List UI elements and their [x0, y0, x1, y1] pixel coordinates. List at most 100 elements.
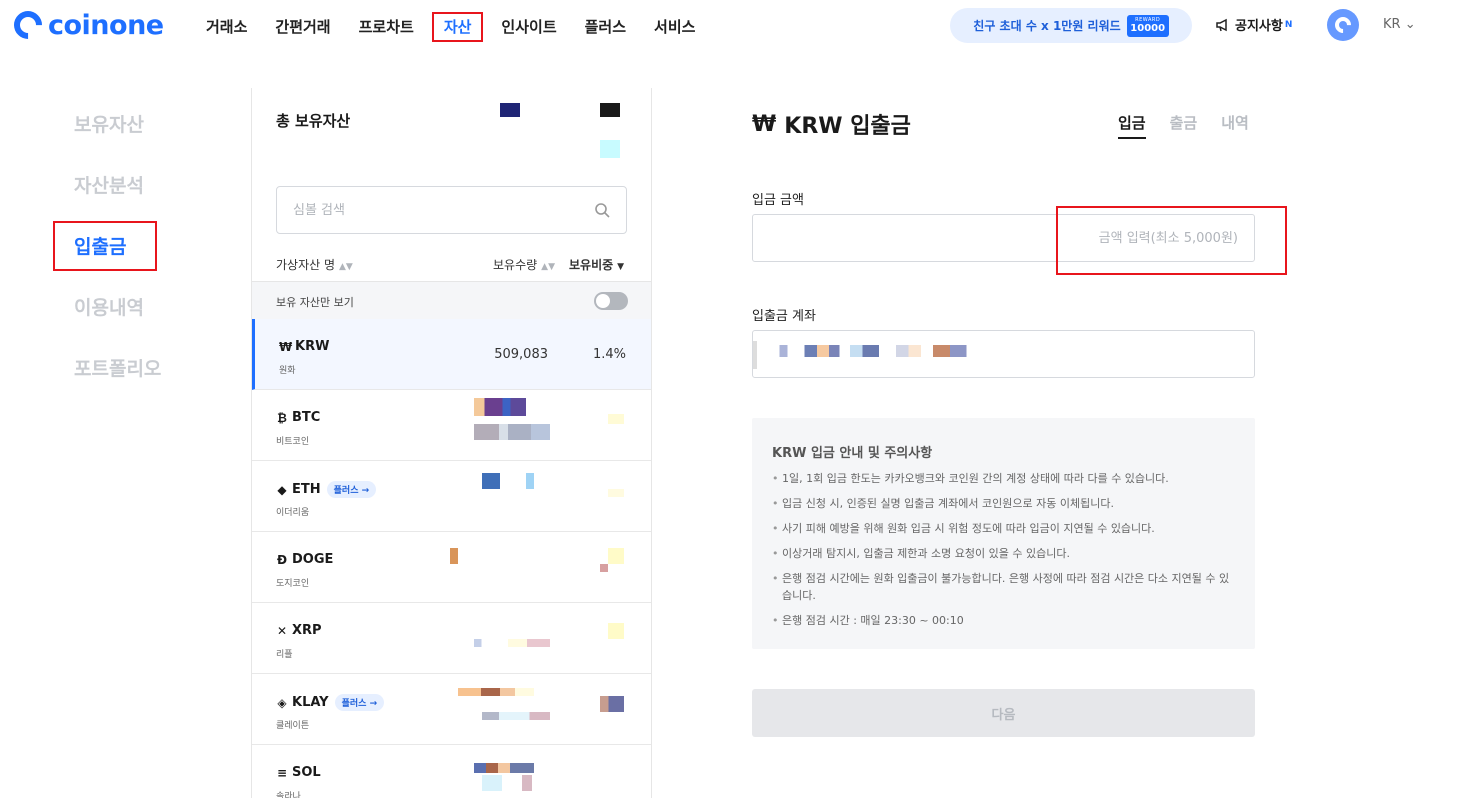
sidebar-item-portfolio[interactable]: 포트폴리오	[74, 354, 161, 381]
asset-row-krw[interactable]: ₩ KRW 원화 509,083 1.4%	[252, 319, 651, 390]
sidebar-item-holdings[interactable]: 보유자산	[74, 110, 144, 137]
asset-symbol-text: SOL	[292, 765, 321, 780]
sort-icon: ▲▼	[541, 262, 556, 272]
col-header-ratio[interactable]: 보유비중 ▼	[569, 256, 624, 273]
masked-value	[458, 688, 534, 696]
nav-insight[interactable]: 인사이트	[487, 12, 570, 42]
asset-symbol-text: KRW	[295, 339, 330, 354]
asset-row-doge[interactable]: Ð DOGE 도지코인	[252, 532, 651, 603]
nav-service[interactable]: 서비스	[640, 12, 709, 42]
logo-mark-icon	[8, 5, 48, 45]
sort-desc-icon: ▼	[617, 262, 625, 272]
page: coinone 거래소 간편거래 프로차트 자산 인사이트 플러스 서비스 친구…	[0, 0, 1482, 798]
asset-name: 비트코인	[276, 437, 310, 447]
megaphone-icon	[1216, 18, 1227, 31]
referral-text: 친구 초대 수 x 1만원 리워드	[973, 19, 1121, 33]
masked-value	[474, 424, 550, 440]
tab-deposit[interactable]: 입금	[1118, 112, 1146, 139]
sidebar-item-analysis[interactable]: 자산분석	[74, 171, 144, 198]
deposit-title: ₩ KRW 입출금	[752, 108, 911, 140]
account-field-bar	[753, 341, 757, 369]
asset-symbol-text: XRP	[292, 623, 322, 638]
account-label: 입출금 계좌	[752, 309, 816, 324]
reward-badge: REWARD 10000	[1126, 14, 1169, 37]
won-icon: ₩	[279, 339, 293, 354]
nav-plus[interactable]: 플러스	[571, 12, 640, 42]
notice-item: 1일, 1회 입금 한도는 카카오뱅크와 코인원 간의 계정 상태에 따라 다를…	[772, 470, 1232, 487]
avatar[interactable]	[1327, 9, 1359, 41]
asset-panel: 총 보유자산 가상자산 명▲▼ 보유수량▲▼ 보유비중▼ 보유 자산만 보기 ₩…	[251, 88, 652, 798]
masked-value	[600, 140, 620, 158]
tab-withdraw[interactable]: 출금	[1170, 112, 1198, 139]
plus-badge[interactable]: 플러스 →	[326, 481, 377, 498]
symbol-search[interactable]	[276, 186, 627, 234]
asset-row-sol[interactable]: ≡ SOL 솔라나	[252, 745, 651, 798]
masked-value	[500, 103, 520, 117]
holdings-only-switch[interactable]	[594, 292, 628, 310]
asset-symbol-text: DOGE	[292, 552, 334, 567]
asset-symbol: ◆ ETH 플러스 →	[276, 481, 377, 498]
holdings-only-toggle-row: 보유 자산만 보기	[252, 281, 651, 319]
tab-history[interactable]: 내역	[1221, 112, 1249, 139]
plus-badge[interactable]: 플러스 →	[334, 694, 385, 711]
notice-item: 은행 점검 시간에는 원화 입출금이 불가능합니다. 은행 사정에 따라 점검 …	[772, 570, 1232, 604]
asset-name: 클레이튼	[276, 721, 310, 731]
nav-simple-trade[interactable]: 간편거래	[261, 12, 344, 42]
masked-value	[608, 489, 624, 497]
masked-value	[474, 639, 550, 647]
language-selector[interactable]: KR ⌄	[1383, 17, 1416, 32]
chevron-down-icon: ⌄	[1404, 17, 1416, 32]
next-button[interactable]: 다음	[752, 689, 1255, 737]
language-label: KR	[1383, 17, 1401, 32]
total-assets-label: 총 보유자산	[276, 112, 351, 130]
notice-item: 사기 피해 예방을 위해 원화 입금 시 위험 정도에 따라 입금이 지연될 수…	[772, 520, 1232, 537]
asset-symbol: ₩ KRW	[279, 339, 329, 354]
notice-item: 이상거래 탐지시, 입출금 제한과 소명 요청이 있을 수 있습니다.	[772, 545, 1232, 562]
asset-row-btc[interactable]: ₿ BTC 비트코인	[252, 390, 651, 461]
masked-value	[600, 696, 624, 712]
amount-label: 입금 금액	[752, 193, 804, 208]
solana-icon: ≡	[276, 765, 288, 780]
ethereum-icon: ◆	[277, 482, 287, 497]
asset-row-xrp[interactable]: ✕ XRP 리플	[252, 603, 651, 674]
masked-value	[482, 473, 500, 489]
deposit-notice-box: KRW 입금 안내 및 주의사항 1일, 1회 입금 한도는 카카오뱅크와 코인…	[752, 418, 1255, 649]
deposit-tabs: 입금 출금 내역	[1118, 112, 1273, 139]
main-nav: 거래소 간편거래 프로차트 자산 인사이트 플러스 서비스	[192, 12, 709, 42]
notice-new-badge: N	[1284, 19, 1293, 30]
asset-name: 도지코인	[276, 579, 310, 589]
notice-item: 은행 점검 시간 : 매일 23:30 ~ 00:10	[772, 612, 1232, 629]
asset-symbol-text: BTC	[292, 410, 321, 425]
nav-pro-chart[interactable]: 프로차트	[345, 12, 428, 42]
account-field	[752, 330, 1255, 378]
nav-exchange[interactable]: 거래소	[192, 12, 261, 42]
asset-symbol-text: KLAY	[292, 695, 329, 710]
col-header-qty[interactable]: 보유수량 ▲▼	[493, 256, 555, 273]
asset-symbol: Ð DOGE	[276, 552, 333, 567]
asset-row-eth[interactable]: ◆ ETH 플러스 → 이더리움	[252, 461, 651, 532]
masked-value	[474, 763, 534, 773]
klaytn-icon: ◈	[277, 695, 287, 710]
asset-symbol: ◈ KLAY 플러스 →	[276, 694, 385, 711]
sidebar-item-history[interactable]: 이용내역	[74, 293, 144, 320]
search-icon[interactable]	[594, 202, 610, 218]
asset-symbol: ₿ BTC	[276, 410, 320, 425]
highlight-box-amount	[1056, 206, 1287, 275]
col-header-name[interactable]: 가상자산 명 ▲▼	[276, 256, 353, 273]
notice-title: KRW 입금 안내 및 주의사항	[772, 446, 933, 461]
switch-knob	[596, 294, 610, 308]
notice-item: 입금 신청 시, 인증된 실명 입출금 계좌에서 코인원으로 자동 이체됩니다.	[772, 495, 1232, 512]
notice-list: 1일, 1회 입금 한도는 카카오뱅크와 코인원 간의 계정 상태에 따라 다를…	[772, 470, 1232, 637]
referral-banner[interactable]: 친구 초대 수 x 1만원 리워드 REWARD 10000	[950, 8, 1192, 43]
coinone-logo[interactable]: coinone	[8, 5, 164, 45]
masked-value	[608, 548, 624, 564]
holdings-only-label: 보유 자산만 보기	[276, 296, 354, 309]
masked-value	[600, 564, 608, 572]
asset-symbol: ≡ SOL	[276, 765, 321, 780]
search-input[interactable]	[277, 187, 577, 233]
asset-row-klay[interactable]: ◈ KLAY 플러스 → 클레이튼	[252, 674, 651, 745]
notice-link[interactable]: 공지사항 N	[1215, 15, 1292, 34]
col-header-name-label: 가상자산 명	[276, 258, 336, 272]
masked-value	[608, 623, 624, 639]
nav-assets[interactable]: 자산	[431, 12, 484, 42]
